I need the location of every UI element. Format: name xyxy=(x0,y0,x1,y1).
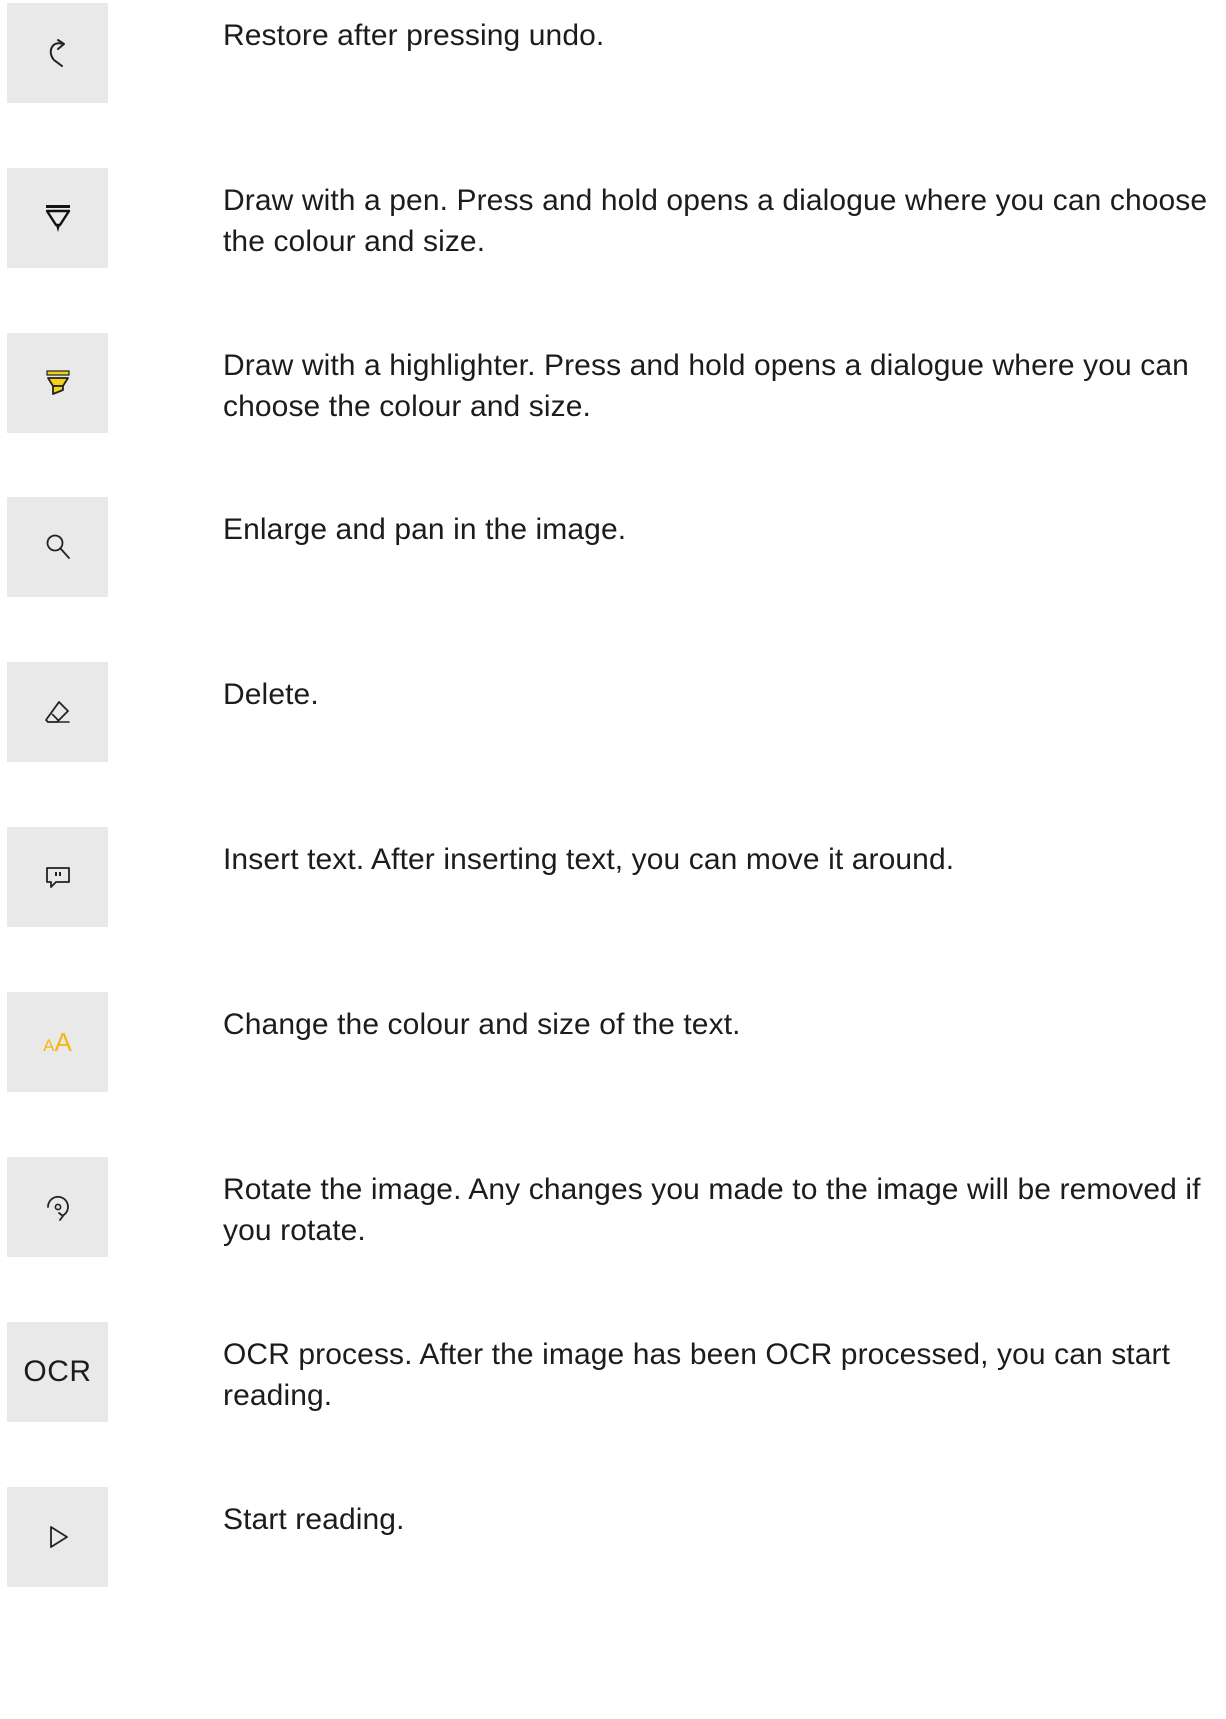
zoom-button[interactable] xyxy=(7,497,108,597)
item-description: Start reading. xyxy=(223,1503,405,1536)
highlighter-icon xyxy=(45,370,70,395)
ocr-button[interactable]: OCR xyxy=(7,1322,108,1422)
list-item-zoom: Enlarge and pan in the image. xyxy=(0,497,1226,597)
highlighter-button[interactable] xyxy=(7,333,108,433)
insert-text-button[interactable] xyxy=(7,827,108,927)
list-item-eraser: Delete. xyxy=(0,662,1226,762)
item-description: Restore after pressing undo. xyxy=(223,19,605,52)
list-item-rotate: Rotate the image. Any changes you made t… xyxy=(0,1157,1226,1257)
zoom-icon xyxy=(46,534,70,559)
eraser-button[interactable] xyxy=(7,662,108,762)
item-description: OCR process. After the image has been OC… xyxy=(223,1338,1171,1412)
item-description: Draw with a pen. Press and hold opens a … xyxy=(223,184,1208,258)
item-description: Rotate the image. Any changes you made t… xyxy=(223,1173,1201,1247)
start-reading-button[interactable] xyxy=(7,1487,108,1587)
text-comment-icon xyxy=(45,867,70,888)
item-description: Change the colour and size of the text. xyxy=(223,1008,741,1041)
redo-button[interactable] xyxy=(7,3,108,103)
item-description: Insert text. After inserting text, you c… xyxy=(223,843,955,876)
play-icon xyxy=(49,1526,68,1548)
item-description: Delete. xyxy=(223,678,319,711)
rotate-icon xyxy=(46,1195,69,1221)
list-item-insert-text: Insert text. After inserting text, you c… xyxy=(0,827,1226,927)
rotate-button[interactable] xyxy=(7,1157,108,1257)
item-description: Enlarge and pan in the image. xyxy=(223,513,627,546)
eraser-icon xyxy=(44,701,70,723)
text-style-button[interactable]: AA xyxy=(7,992,108,1092)
list-item-highlighter: Draw with a highlighter. Press and hold … xyxy=(0,333,1226,433)
pen-button[interactable] xyxy=(7,168,108,268)
pen-icon xyxy=(45,205,70,232)
list-item-text-style: AA Change the colour and size of the tex… xyxy=(0,992,1226,1092)
list-item-pen: Draw with a pen. Press and hold opens a … xyxy=(0,168,1226,268)
ocr-icon: OCR xyxy=(23,1355,92,1388)
list-item-redo: Restore after pressing undo. xyxy=(0,3,1226,103)
list-item-start-reading: Start reading. xyxy=(0,1487,1226,1587)
redo-icon xyxy=(49,39,65,67)
list-item-ocr: OCR OCR process. After the image has bee… xyxy=(0,1322,1226,1422)
font-size-icon: AA xyxy=(43,1027,72,1057)
item-description: Draw with a highlighter. Press and hold … xyxy=(223,349,1189,423)
